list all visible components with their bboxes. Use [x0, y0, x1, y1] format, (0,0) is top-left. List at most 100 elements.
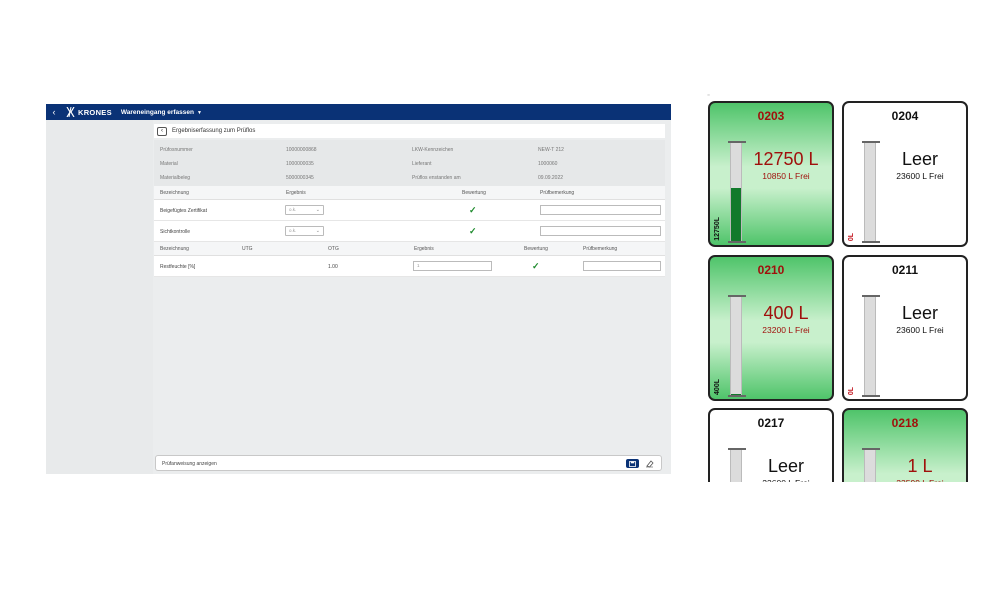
back-chevron-icon: ‹	[161, 127, 163, 134]
shell-bar: ‹ KRONES Wareneingang erfassen ▼	[46, 104, 671, 120]
pruefllos-label: Prüflos enstanden am	[412, 175, 461, 181]
material-label: Material	[160, 161, 178, 167]
eraser-icon	[646, 460, 654, 468]
caret-down-icon: ▼	[196, 109, 202, 116]
tank-volume: 400 L	[763, 303, 809, 323]
brand-name: KRONES	[78, 107, 112, 117]
tank-free-volume: 10850 L Frei	[762, 171, 810, 181]
gauge-cap-bottom	[862, 241, 880, 243]
col-ergebnis: Ergebnis	[286, 190, 306, 196]
gauge-cap-bottom	[728, 241, 746, 243]
page-header: ‹ Ergebniserfassung zum Prüflos	[154, 124, 665, 138]
checks-table: Bezeichnung Ergebnis Bewertung Prüfbemer…	[154, 186, 665, 242]
back-button[interactable]: ‹	[157, 126, 167, 136]
tank-id: 0218	[891, 416, 919, 430]
tank-card-0203[interactable]: 0203 12750L 12750 L 10850 L Frei	[708, 101, 834, 247]
col-bezeichnung: Bezeichnung	[160, 190, 189, 196]
main-content: ‹ Ergebniserfassung zum Prüflos Prüfosnu…	[153, 120, 671, 474]
tank-free-volume: 23200 L Frei	[762, 325, 810, 335]
gauge-cap-top	[728, 448, 746, 450]
lieferant-value: 1000060	[538, 161, 558, 167]
tank-id: 0217	[757, 416, 785, 430]
header-info: Prüfosnummer 10000000868 LKW-Kennzeichen…	[154, 140, 665, 186]
app-title-menu[interactable]: Wareneingang erfassen ▼	[121, 109, 202, 116]
table-row: Sichtkontrolle o.k. ⌄ ✓	[154, 221, 665, 242]
pruefnummer-label: Prüfosnummer	[160, 147, 193, 153]
gauge-cap-top	[862, 295, 880, 297]
tank-volume: 1 L	[907, 456, 933, 476]
checkmark-icon: ✓	[469, 226, 477, 236]
row-bezeichnung: Sichtkontrolle	[160, 229, 191, 235]
gauge-fill	[731, 188, 741, 242]
measurement-table: Bezeichnung UTG OTG Ergebnis Bewertung P…	[154, 242, 665, 277]
material-value: 1000000035	[286, 161, 314, 167]
tank-id: 0211	[891, 263, 919, 277]
table-header: Bezeichnung Ergebnis Bewertung Prüfbemer…	[154, 186, 665, 200]
gauge-cap-top	[728, 141, 746, 143]
eraser-button[interactable]	[645, 459, 655, 468]
pruefnummer-value: 10000000868	[286, 147, 317, 153]
gauge-cap-top	[862, 448, 880, 450]
checkmark-icon: ✓	[469, 205, 477, 215]
tank-card-0204[interactable]: 0204 0L Leer 23600 L Frei	[842, 101, 968, 247]
tank-free-volume: 23600 L Frei	[740, 478, 832, 482]
gauge-cap-bottom	[862, 395, 880, 397]
col-bezeichnung: Bezeichnung	[160, 246, 189, 252]
lkw-value: NEW-T 212	[538, 147, 564, 153]
checkmark-icon: ✓	[532, 261, 540, 271]
col-utg: UTG	[242, 246, 253, 252]
tank-id: 0210	[757, 263, 785, 277]
tank-id: 0204	[891, 109, 919, 123]
tank-free-volume: 23600 L Frei	[896, 171, 944, 181]
save-button[interactable]	[626, 459, 639, 468]
table-row: Restfeuchte [%] 1.00 1 ✓	[154, 256, 665, 277]
materialbeleg-value: 5000000345	[286, 175, 314, 181]
table-row: Beigefügtes Zertifikat o.k. ⌄ ✓	[154, 200, 665, 221]
lkw-label: LKW-Kennzeichen	[412, 147, 454, 153]
pruefbemerkung-input[interactable]	[583, 261, 661, 271]
chevron-down-icon: ⌄	[315, 207, 320, 213]
tank-card-0211[interactable]: 0211 0L Leer 23600 L Frei	[842, 255, 968, 401]
chevron-down-icon: ⌄	[315, 228, 320, 234]
tank-free-volume: 23599 L Frei	[874, 478, 966, 482]
page-title: Ergebniserfassung zum Prüflos	[172, 128, 256, 134]
gauge-label: 0L	[848, 232, 855, 241]
tank-card-0210[interactable]: 0210 400L 400 L 23200 L Frei	[708, 255, 834, 401]
tank-volume: Leer	[901, 303, 939, 323]
tank-card-0217[interactable]: 0217 Leer 23600 L Frei	[708, 408, 834, 482]
tank-volume: Leer	[901, 149, 939, 169]
col-bewertung: Bewertung	[462, 190, 486, 196]
gauge-label: 400L	[714, 379, 721, 395]
gauge-label: 12750L	[714, 217, 721, 241]
tank-id: 0203	[757, 109, 785, 123]
pruefanweisung-link[interactable]: Prüfanweisung anzeigen	[162, 461, 217, 467]
tank-card-0218[interactable]: 0218 1 L 23599 L Frei	[842, 408, 968, 482]
lieferant-label: Lieferant	[412, 161, 432, 167]
pruefllos-value: 09.09.2022	[538, 175, 564, 181]
sidebar	[46, 120, 153, 474]
col-pruefbemerkung: Prüfbemerkung	[540, 190, 575, 196]
pruefbemerkung-input[interactable]	[540, 205, 661, 215]
corner-mark-icon: ⁻	[707, 94, 711, 100]
app-title: Wareneingang erfassen	[120, 108, 194, 116]
materialbeleg-label: Materialbeleg	[160, 175, 191, 181]
krones-logo-icon	[66, 107, 75, 117]
footer-bar: Prüfanweisung anzeigen	[155, 455, 662, 471]
screenshot-canvas: ‹ KRONES Wareneingang erfassen ▼ ‹ Ergebn…	[0, 0, 1000, 600]
table-header: Bezeichnung UTG OTG Ergebnis Bewertung P…	[154, 242, 665, 256]
gauge-cap-top	[728, 295, 746, 297]
row-otg: 1.00	[328, 264, 338, 270]
gauge-label: 0L	[848, 386, 855, 395]
save-icon	[629, 460, 636, 467]
shell-back-icon[interactable]: ‹	[48, 107, 60, 117]
pruefbemerkung-input[interactable]	[540, 226, 661, 236]
col-pruefbemerkung: Prüfbemerkung	[583, 246, 618, 252]
ergebnis-input[interactable]: 1	[413, 261, 492, 271]
row-bezeichnung: Restfeuchte [%]	[160, 264, 196, 270]
ergebnis-select[interactable]: o.k. ⌄	[285, 205, 324, 215]
gauge-cap-top	[862, 141, 880, 143]
col-ergebnis: Ergebnis	[414, 246, 434, 252]
tank-volume: Leer	[767, 456, 805, 476]
tank-volume: 12750 L	[753, 149, 819, 169]
ergebnis-select[interactable]: o.k. ⌄	[285, 226, 324, 236]
